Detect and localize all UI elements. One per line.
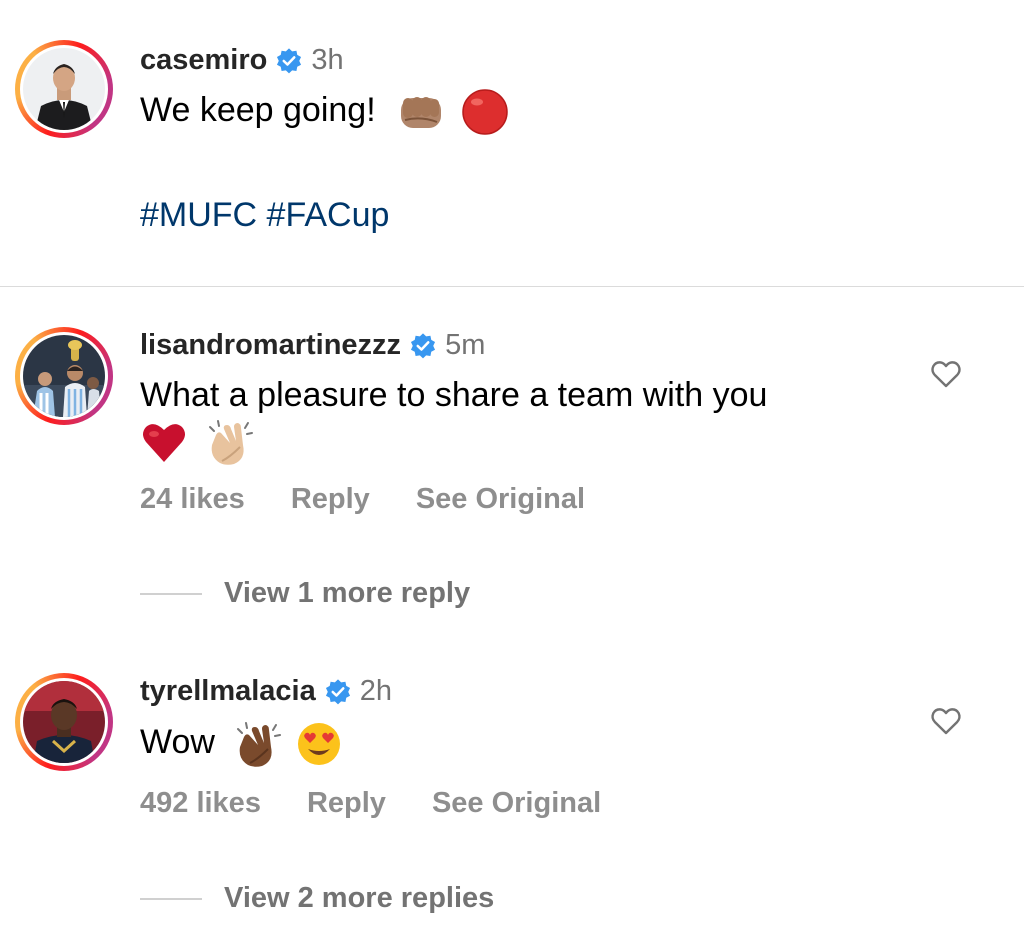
comment-text: Wow — [140, 722, 215, 761]
verified-badge-icon — [277, 47, 302, 73]
heart-outline-icon[interactable] — [929, 357, 963, 391]
comment-timestamp: 2h — [359, 675, 392, 707]
caption-avatar[interactable] — [15, 40, 113, 138]
comment-avatar[interactable] — [15, 673, 113, 771]
view-replies-label: View 1 more reply — [224, 577, 471, 609]
fist-bump-emoji-icon — [401, 97, 442, 129]
comment-item: lisandromartinezzz 5m What a pleasure to… — [0, 287, 1024, 627]
heart-outline-icon[interactable] — [929, 704, 963, 738]
verified-badge-icon — [325, 678, 350, 704]
comment-username[interactable]: tyrellmalacia — [140, 675, 316, 708]
red-heart-emoji-icon — [143, 424, 185, 462]
red-circle-emoji-icon — [461, 89, 508, 135]
view-replies-button[interactable]: View 1 more reply — [140, 577, 470, 610]
avatar-photo — [23, 681, 105, 763]
divider-line — [140, 592, 202, 595]
see-original-button[interactable]: See Original — [416, 483, 585, 516]
comment-timestamp: 5m — [445, 329, 486, 361]
clapping-hands-emoji-icon — [209, 420, 254, 465]
like-count[interactable]: 24 likes — [140, 483, 245, 516]
reply-button[interactable]: Reply — [291, 483, 370, 516]
reply-button[interactable]: Reply — [307, 787, 386, 820]
verified-badge-icon — [411, 332, 436, 358]
caption-hashtags[interactable]: #MUFC #FACup — [140, 196, 389, 235]
see-original-button[interactable]: See Original — [432, 787, 601, 820]
view-replies-label: View 2 more replies — [224, 882, 495, 914]
comment-avatar[interactable] — [15, 327, 113, 425]
view-replies-button[interactable]: View 2 more replies — [140, 882, 494, 915]
heart-eyes-emoji-icon — [297, 723, 340, 765]
caption-timestamp: 3h — [311, 44, 344, 76]
avatar-photo — [23, 48, 105, 130]
clapping-hands-emoji-icon — [237, 722, 282, 767]
divider-line — [140, 897, 202, 900]
like-count[interactable]: 492 likes — [140, 787, 261, 820]
caption-text: We keep going! — [140, 91, 376, 129]
comment-username[interactable]: lisandromartinezzz — [140, 329, 401, 362]
avatar-photo — [23, 335, 105, 417]
caption-block: casemiro 3h We keep going! #MUFC #FACup — [0, 0, 1024, 286]
comment-item: tyrellmalacia 2h Wow 492 likes Reply See… — [0, 627, 1024, 945]
caption-username[interactable]: casemiro — [140, 44, 267, 77]
comment-text: What a pleasure to share a team with you — [140, 376, 768, 414]
